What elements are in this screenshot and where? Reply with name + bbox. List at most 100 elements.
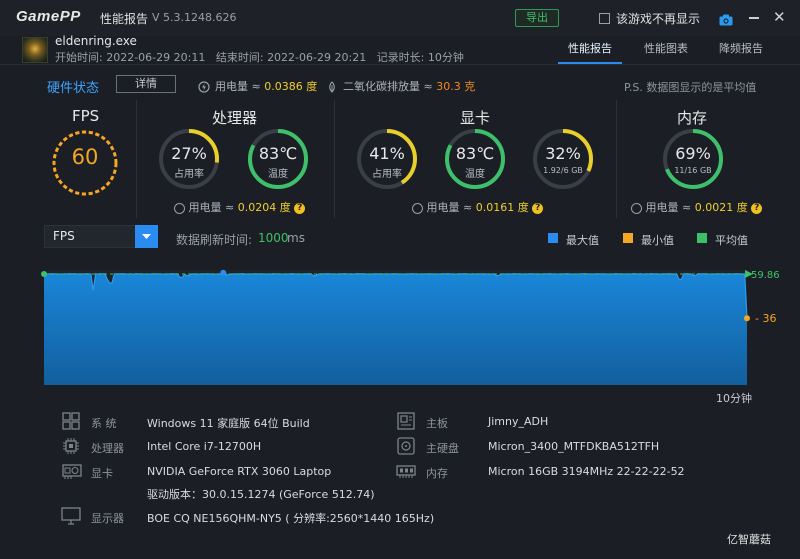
co2-icon [326,78,338,97]
memory-usage-label: 11/16 GB [674,166,712,175]
windows-icon [62,412,80,434]
power-label: 用电量 ≈ [215,80,261,93]
legend-min-label: 最小值 [641,234,674,247]
os-value: Windows 11 家庭版 64位 Build [147,417,310,430]
tab-performance-chart[interactable]: 性能图表 [644,40,688,56]
memory-power-label: 用电量 ≈ [645,201,692,214]
watermark: 亿智蘑菇 [727,533,771,546]
details-button[interactable]: 详情 [116,75,176,93]
version-label: V 5.3.1248.626 [152,11,237,24]
refresh-interval-value: 1000 [258,231,289,245]
power-value: 0.0386 度 [264,80,318,93]
help-icon[interactable]: ? [751,202,763,214]
help-icon[interactable]: ? [294,202,306,214]
refresh-interval-label: 数据刷新时间: [176,233,253,247]
app-title: 性能报告 [100,12,149,26]
minimize-icon[interactable] [749,17,759,19]
gpu-vram-value: 32% [545,144,581,163]
cpu-title: 处理器 [212,109,258,127]
start-time-label: 开始时间: [55,51,103,64]
power-icon [412,202,423,214]
legend-avg-swatch [697,233,707,243]
export-button[interactable]: 导出 [515,9,559,27]
camera-icon[interactable] [719,11,733,30]
cpu-temp-value: 83℃ [258,144,298,163]
cpu-power-label: 用电量 ≈ [188,201,235,214]
end-time-label: 结束时间: [215,51,264,64]
gpu-temp-label: 温度 [465,169,485,180]
cpu-power: 用电量 ≈ 0.0204 度 ? [174,199,306,215]
co2-value: 30.3 克 [436,80,476,93]
memory-title: 内存 [677,109,708,127]
gpu-value: NVIDIA GeForce RTX 3060 Laptop [147,465,332,478]
start-time: 2022-06-29 20:11 [106,51,206,64]
average-value-label: 59.86 [751,270,780,281]
app-logo: GamePP [16,8,81,25]
min-marker [744,315,750,322]
gpu-vram-label: 1.92/6 GB [543,166,583,175]
cpu-usage-label: 占用率 [174,169,204,180]
game-name: eldenring.exe [55,34,137,48]
motherboard-key: 主板 [426,417,448,430]
disk-key: 主硬盘 [426,442,459,455]
duration: 10分钟 [427,51,464,64]
fps-value: 60 [71,145,99,169]
fps-area [44,273,747,385]
monitor-key: 显示器 [91,512,124,525]
cpu-power-value: 0.0204 度 [237,201,291,214]
legend-avg-label: 平均值 [715,234,748,247]
hardware-status-title: 硬件状态 [47,81,100,96]
cpu-usage-value: 27% [171,144,207,163]
max-marker [220,269,227,276]
os-key: 系 统 [91,417,117,430]
co2-emission: 二氧化碳排放量 ≈ 30.3 克 [343,78,475,94]
memory-power: 用电量 ≈ 0.0021 度 ? [631,199,763,215]
legend-max-swatch [548,233,558,243]
memory-power-value: 0.0021 度 [694,201,748,214]
power-icon [174,202,185,214]
cpu-key: 处理器 [91,442,124,455]
close-icon[interactable]: ✕ [773,8,786,26]
co2-label: 二氧化碳排放量 ≈ [343,80,433,93]
fps-title: FPS [72,107,100,125]
cpu-value: Intel Core i7-12700H [147,440,262,453]
section-divider [136,100,137,218]
gpu-temp-value: 83℃ [455,144,495,163]
cpu-temp-label: 温度 [268,169,288,180]
session-times: 开始时间: 2022-06-29 20:11 结束时间: 2022-06-29 … [55,49,464,65]
gpu-power-label: 用电量 ≈ [426,201,473,214]
section-divider [334,100,335,218]
average-start-marker [41,270,47,277]
memory-key: 内存 [426,467,448,480]
gpu-usage-value: 41% [369,144,405,163]
monitor-value: BOE CQ NE156QHM-NY5 ( 分辨率:2560*1440 165H… [147,512,435,525]
section-divider [616,100,617,218]
x-axis-end-label: 10分钟 [716,392,752,405]
memory-icon [396,462,416,484]
header-divider [0,64,800,65]
game-icon [22,37,48,63]
gpu-key: 显卡 [91,467,113,480]
total-power: 用电量 ≈ 0.0386 度 [215,78,317,94]
gpu-icon [62,462,82,484]
motherboard-icon [397,412,415,434]
gpu-usage-label: 占用率 [372,169,402,180]
gpu-title: 显卡 [460,109,491,127]
disk-icon [397,437,415,459]
min-value-label: - 36 [755,312,776,325]
power-icon [631,202,642,214]
monitor-icon [61,507,81,529]
refresh-interval-unit: ms [287,231,305,245]
tab-throttle-report[interactable]: 降频报告 [719,40,763,56]
memory-usage-value: 69% [675,144,711,163]
legend-max-label: 最大值 [566,234,599,247]
memory-value: Micron 16GB 3194MHz 22-22-22-52 [488,465,685,478]
chevron-down-icon[interactable] [135,225,158,248]
dont-show-label: 该游戏不再显示 [616,12,701,26]
fps-chart: 59.86 - 36 [41,269,780,385]
power-icon [198,78,210,97]
dont-show-checkbox[interactable] [599,13,610,24]
help-icon[interactable]: ? [532,202,544,214]
metric-select-value: FPS [53,229,75,243]
tab-performance-report[interactable]: 性能报告 [568,40,612,56]
